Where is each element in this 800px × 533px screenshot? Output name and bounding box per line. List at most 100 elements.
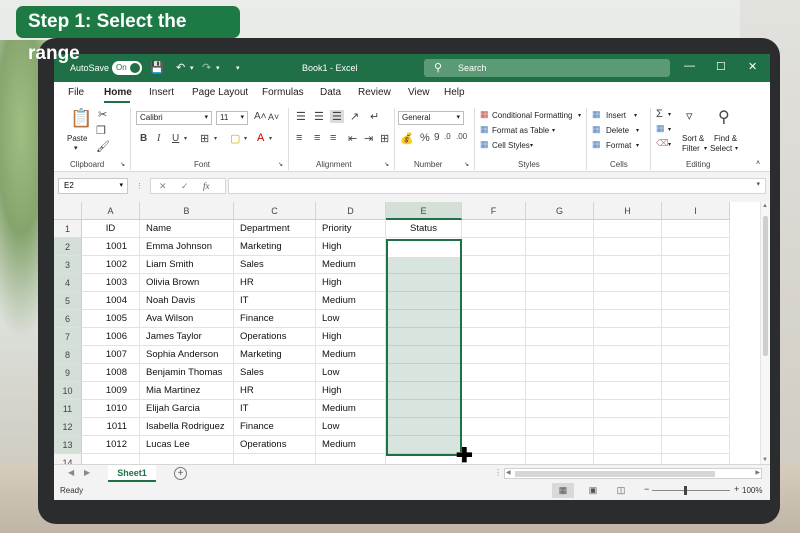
cell-i4[interactable] <box>662 274 730 292</box>
close-button[interactable]: ✕ <box>748 60 757 73</box>
alignment-launcher-icon[interactable]: ↘ <box>384 161 389 168</box>
next-sheet-icon[interactable]: ▶ <box>84 468 90 477</box>
redo-dropdown-icon[interactable]: ▾ <box>216 64 220 72</box>
cell-b10[interactable]: Mia Martinez <box>140 382 234 400</box>
enter-icon[interactable]: ✓ <box>181 181 189 192</box>
cell-i2[interactable] <box>662 238 730 256</box>
row-header-9[interactable]: 9 <box>54 364 82 382</box>
cell-f5[interactable] <box>462 292 526 310</box>
cell-c9[interactable]: Sales <box>234 364 316 382</box>
tab-home[interactable]: Home <box>104 87 132 98</box>
cell-c7[interactable]: Operations <box>234 328 316 346</box>
cell-c11[interactable]: IT <box>234 400 316 418</box>
tab-formulas[interactable]: Formulas <box>262 87 304 98</box>
zoom-level[interactable]: 100% <box>742 486 762 495</box>
chevron-down-icon[interactable]: ▾ <box>668 141 671 148</box>
chevron-down-icon[interactable]: ▾ <box>552 127 555 134</box>
font-launcher-icon[interactable]: ↘ <box>278 161 283 168</box>
insert-cells-icon[interactable]: ▦ <box>592 109 601 120</box>
cell-a7[interactable]: 1006 <box>82 328 140 346</box>
selection-range[interactable] <box>386 239 462 456</box>
minimize-button[interactable]: — <box>684 60 695 72</box>
cell-b6[interactable]: Ava Wilson <box>140 310 234 328</box>
zoom-in-icon[interactable]: + <box>734 484 739 494</box>
tab-help[interactable]: Help <box>444 87 465 98</box>
cell-f9[interactable] <box>462 364 526 382</box>
zoom-out-icon[interactable]: − <box>644 484 649 494</box>
row-header-14[interactable]: 14 <box>54 454 82 464</box>
increase-font-icon[interactable]: A˄ <box>254 111 267 122</box>
cell-b11[interactable]: Elijah Garcia <box>140 400 234 418</box>
cell-f10[interactable] <box>462 382 526 400</box>
cell-i11[interactable] <box>662 400 730 418</box>
cell-h7[interactable] <box>594 328 662 346</box>
cell-a6[interactable]: 1005 <box>82 310 140 328</box>
cell-a9[interactable]: 1008 <box>82 364 140 382</box>
font-size-dropdown[interactable]: 11 ▾ <box>216 111 248 125</box>
filter-label[interactable]: Filter <box>682 144 700 153</box>
row-header-7[interactable]: 7 <box>54 328 82 346</box>
column-header-g[interactable]: G <box>526 202 594 220</box>
undo-icon[interactable]: ↶ <box>176 61 185 74</box>
merge-center-icon[interactable]: ⊞ <box>380 132 389 145</box>
cell-d7[interactable]: High <box>316 328 386 346</box>
cell-i5[interactable] <box>662 292 730 310</box>
cell-b3[interactable]: Liam Smith <box>140 256 234 274</box>
column-header-b[interactable]: B <box>140 202 234 220</box>
select-all-corner[interactable] <box>54 202 82 220</box>
cell-a4[interactable]: 1003 <box>82 274 140 292</box>
page-layout-view-icon[interactable]: ▣ <box>582 483 604 498</box>
insert-function-icon[interactable]: fx <box>203 181 210 191</box>
cell-d11[interactable]: Medium <box>316 400 386 418</box>
cell-h2[interactable] <box>594 238 662 256</box>
cell-styles-icon[interactable]: ▦ <box>480 139 489 150</box>
cell-d2[interactable]: High <box>316 238 386 256</box>
clear-icon[interactable]: ⌫ <box>656 138 669 149</box>
format-as-table-icon[interactable]: ▦ <box>480 124 489 135</box>
clipboard-launcher-icon[interactable]: ↘ <box>120 161 125 168</box>
cell-a10[interactable]: 1009 <box>82 382 140 400</box>
insert-cells-button[interactable]: Insert <box>606 111 626 120</box>
row-header-11[interactable]: 11 <box>54 400 82 418</box>
scroll-right-icon[interactable]: ▶ <box>755 469 760 476</box>
cell-h6[interactable] <box>594 310 662 328</box>
row-header-5[interactable]: 5 <box>54 292 82 310</box>
cell-c13[interactable]: Operations <box>234 436 316 454</box>
cell-i13[interactable] <box>662 436 730 454</box>
currency-icon[interactable]: 💰 <box>400 132 414 145</box>
column-header-a[interactable]: A <box>82 202 140 220</box>
column-header-i[interactable]: I <box>662 202 730 220</box>
underline-icon[interactable]: U <box>172 133 179 144</box>
align-right-icon[interactable]: ≡ <box>330 132 336 144</box>
cell-d13[interactable]: Medium <box>316 436 386 454</box>
orientation-icon[interactable]: ↗ <box>350 110 359 123</box>
sheet-tab-sheet1[interactable]: Sheet1 <box>108 465 156 482</box>
cell-g7[interactable] <box>526 328 594 346</box>
maximize-button[interactable]: ☐ <box>716 60 726 73</box>
chevron-down-icon[interactable]: ▾ <box>668 126 671 133</box>
add-sheet-icon[interactable]: + <box>174 467 187 480</box>
column-header-h[interactable]: H <box>594 202 662 220</box>
cell-c10[interactable]: HR <box>234 382 316 400</box>
cell-d3[interactable]: Medium <box>316 256 386 274</box>
cell-h14[interactable] <box>594 454 662 464</box>
format-painter-icon[interactable]: 🖌 <box>96 140 110 153</box>
cell-a5[interactable]: 1004 <box>82 292 140 310</box>
cell-c3[interactable]: Sales <box>234 256 316 274</box>
horizontal-scrollbar[interactable]: ◀ ▶ <box>504 468 762 479</box>
cell-f11[interactable] <box>462 400 526 418</box>
number-format-dropdown[interactable]: General ▾ <box>398 111 464 125</box>
row-header-2[interactable]: 2 <box>54 238 82 256</box>
cell-b12[interactable]: Isabella Rodriguez <box>140 418 234 436</box>
tab-view[interactable]: View <box>408 87 430 98</box>
row-header-12[interactable]: 12 <box>54 418 82 436</box>
tab-split-icon[interactable]: ⋮ <box>494 468 502 477</box>
decrease-indent-icon[interactable]: ⇤ <box>348 132 357 145</box>
cell-i8[interactable] <box>662 346 730 364</box>
cell-c4[interactable]: HR <box>234 274 316 292</box>
cell-h10[interactable] <box>594 382 662 400</box>
cell-g5[interactable] <box>526 292 594 310</box>
delete-cells-icon[interactable]: ▦ <box>592 124 601 135</box>
cell-c14[interactable] <box>234 454 316 464</box>
cell-f4[interactable] <box>462 274 526 292</box>
